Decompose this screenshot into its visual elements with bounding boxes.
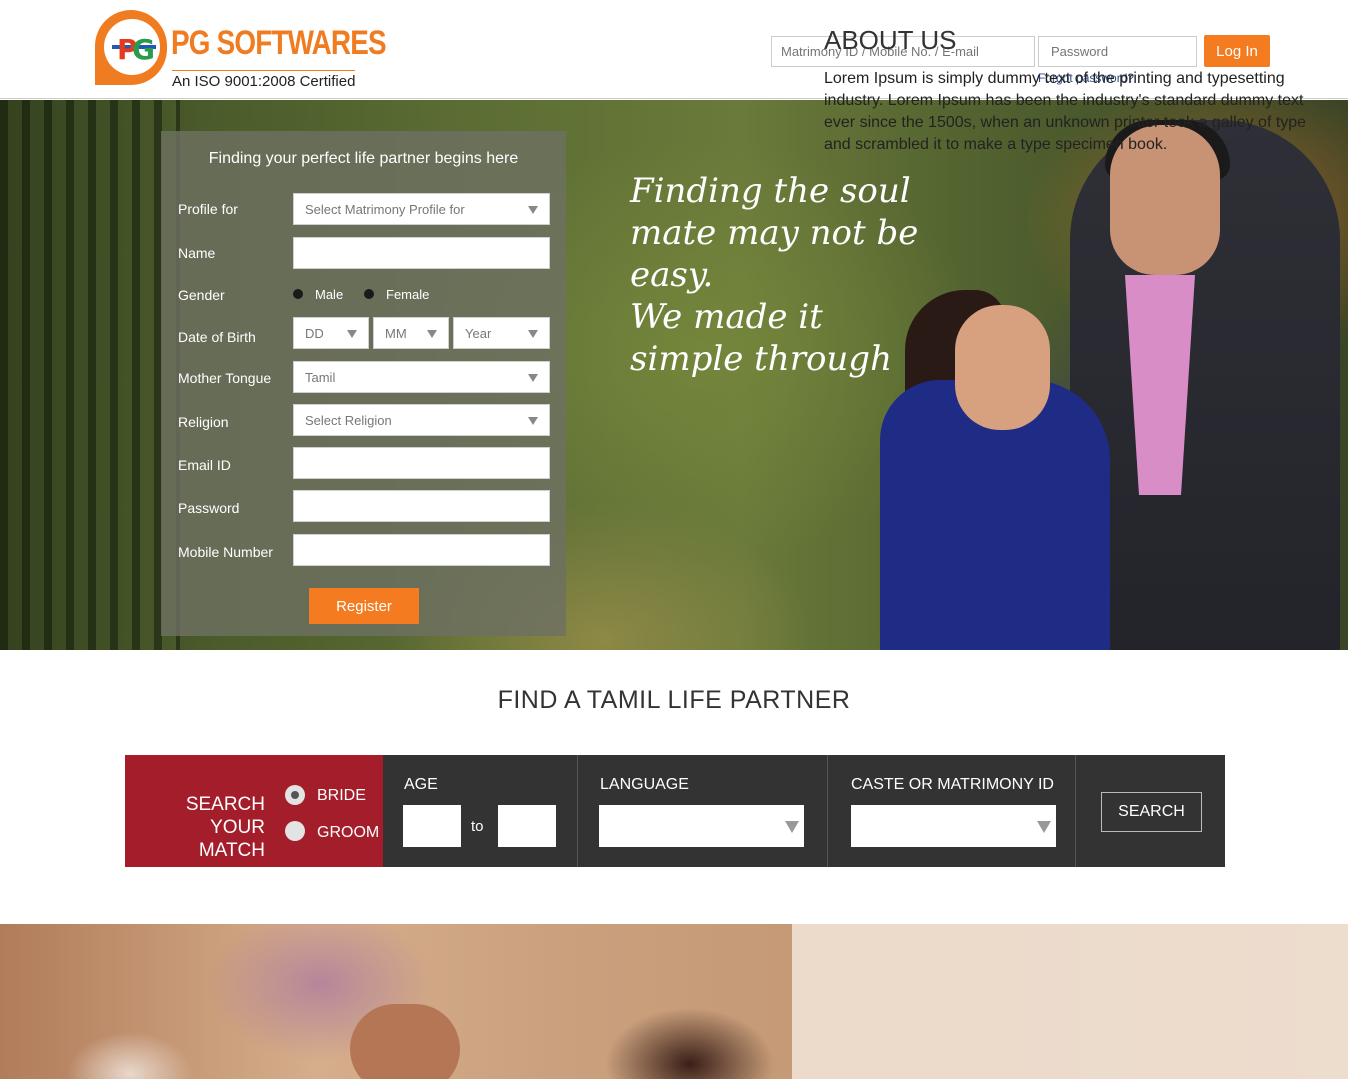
register-form-title: Finding your perfect life partner begins… (208, 150, 519, 167)
about-section (0, 924, 1348, 1079)
about-title: ABOUT US (824, 25, 957, 55)
dob-day-select[interactable]: DD (293, 317, 369, 349)
chevron-down-icon (1037, 821, 1051, 833)
divider (1075, 755, 1076, 867)
language-label: LANGUAGE (600, 776, 689, 793)
login-button[interactable]: Log In (1204, 35, 1270, 67)
password-input[interactable] (293, 490, 550, 522)
logo-mark-icon: PG (95, 10, 167, 85)
mobile-input[interactable] (293, 534, 550, 566)
chevron-down-icon (528, 374, 538, 382)
age-from-input[interactable] (403, 805, 461, 847)
divider (577, 755, 578, 867)
gender-male-label: Male (315, 287, 344, 302)
age-to-label: to (471, 818, 484, 835)
bride-radio[interactable] (285, 785, 305, 805)
divider (827, 755, 828, 867)
search-bar: SEARCH YOUR MATCH BRIDE GROOM AGE to LAN… (125, 755, 1225, 867)
age-to-input[interactable] (498, 805, 556, 847)
mobile-label: Mobile Number (178, 544, 273, 560)
email-input[interactable] (293, 447, 550, 479)
mother-tongue-select[interactable]: Tamil (293, 361, 550, 393)
search-button[interactable]: SEARCH (1101, 792, 1202, 832)
caste-label: CASTE OR MATRIMONY ID (851, 776, 1054, 793)
logo-subtitle: An ISO 9001:2008 Certified (172, 70, 356, 90)
about-body: Lorem Ipsum is simply dummy text of the … (824, 70, 1307, 153)
gender-male-radio[interactable] (293, 289, 303, 299)
age-label: AGE (404, 776, 438, 793)
dob-year-select[interactable]: Year (453, 317, 550, 349)
gender-label: Gender (178, 287, 225, 303)
chevron-down-icon (785, 821, 799, 833)
profile-for-label: Profile for (178, 201, 238, 217)
logo[interactable]: PG PG SOFTWARES An ISO 9001:2008 Certifi… (95, 10, 387, 90)
religion-select[interactable]: Select Religion (293, 404, 550, 436)
logo-title: PG SOFTWARES (171, 24, 387, 62)
search-match-panel: SEARCH YOUR MATCH BRIDE GROOM (125, 755, 383, 867)
gender-female-label: Female (386, 287, 430, 302)
name-label: Name (178, 245, 216, 261)
religion-label: Religion (178, 414, 229, 430)
register-button[interactable]: Register (309, 588, 419, 624)
hero-background-trees (0, 100, 180, 650)
email-label: Email ID (178, 457, 231, 473)
chevron-down-icon (347, 330, 357, 338)
chevron-down-icon (528, 417, 538, 425)
find-partner-title: FIND A TAMIL LIFE PARTNER (497, 686, 851, 714)
gender-female-radio[interactable] (364, 289, 374, 299)
bride-label: BRIDE (317, 787, 366, 804)
dob-month-select[interactable]: MM (373, 317, 449, 349)
about-photo (0, 924, 792, 1079)
caste-select[interactable] (851, 805, 1056, 847)
chevron-down-icon (528, 330, 538, 338)
profile-for-select[interactable]: Select Matrimony Profile for (293, 193, 550, 225)
groom-label: GROOM (317, 824, 380, 841)
register-form: Finding your perfect life partner begins… (161, 131, 566, 636)
groom-radio[interactable] (285, 821, 305, 841)
login-password-input[interactable] (1038, 36, 1197, 67)
hero-quote: Finding the soul mate may not be easy. W… (630, 171, 919, 379)
chevron-down-icon (427, 330, 437, 338)
name-input[interactable] (293, 237, 550, 269)
chevron-down-icon (528, 206, 538, 214)
mother-tongue-label: Mother Tongue (178, 370, 272, 386)
password-label: Password (178, 500, 240, 516)
hero-banner: Finding the soul mate may not be easy. W… (0, 100, 1348, 650)
search-your-match-title: SEARCH YOUR MATCH (185, 794, 265, 861)
language-select[interactable] (599, 805, 804, 847)
dob-label: Date of Birth (178, 329, 256, 345)
